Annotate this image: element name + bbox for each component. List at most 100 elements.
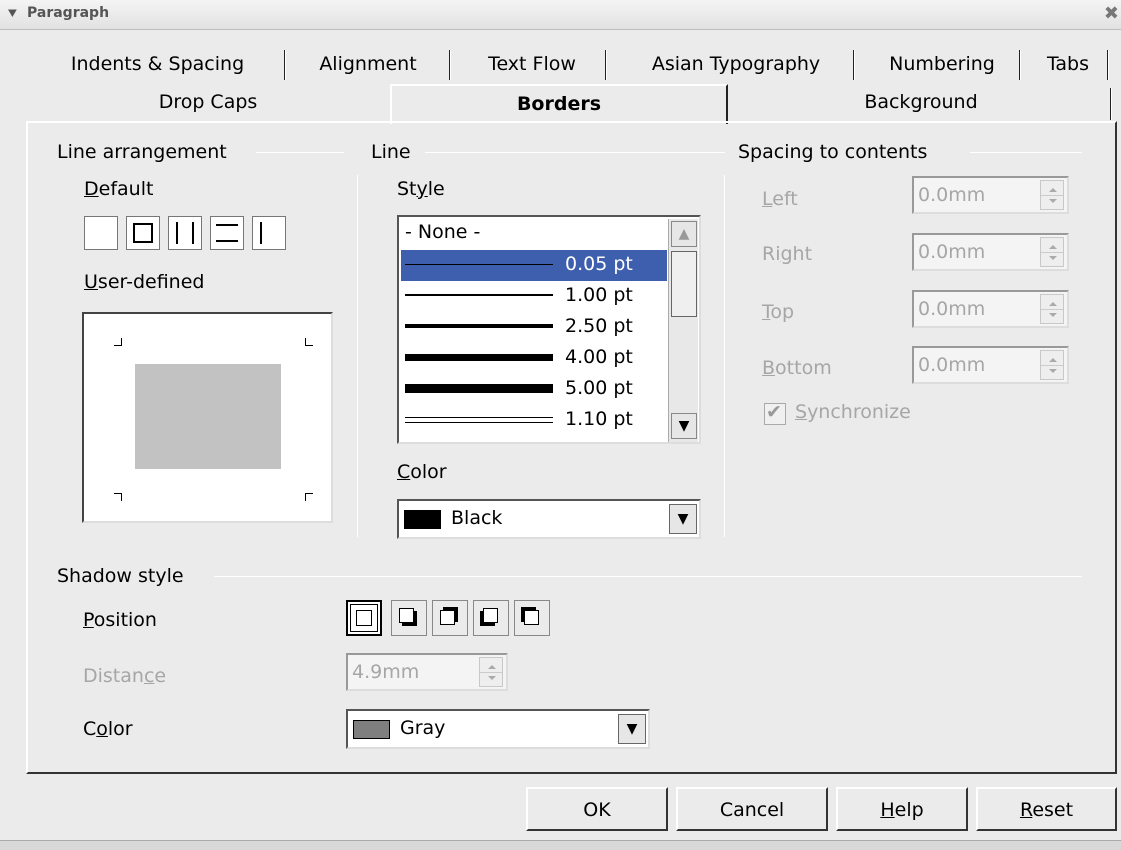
spacing-top-label: Top — [762, 301, 794, 323]
tab-alignment[interactable]: Alignment — [294, 46, 442, 84]
spin-arrows-icon[interactable] — [1040, 237, 1064, 267]
tab-row-1: Indents & Spacing Alignment Text Flow As… — [36, 46, 1117, 84]
scroll-down-icon[interactable]: ▼ — [671, 413, 697, 439]
corner-marker — [305, 338, 313, 346]
label-text: osition — [93, 609, 157, 631]
line-color-dropdown[interactable]: Black ▼ — [397, 499, 701, 539]
tab-drop-caps[interactable]: Drop Caps — [26, 84, 390, 122]
list-item[interactable]: 1.10 pt — [401, 405, 667, 436]
shadow-bottom-right-icon[interactable] — [391, 600, 427, 636]
box-border-icon[interactable] — [126, 216, 160, 250]
scroll-thumb[interactable] — [671, 251, 697, 317]
mnemonic: U — [84, 271, 98, 293]
shadow-color-label: Color — [83, 718, 133, 740]
tab-text-flow[interactable]: Text Flow — [456, 46, 608, 84]
button-label: elp — [894, 799, 924, 821]
no-shadow-icon[interactable] — [346, 600, 382, 636]
mnemonic: L — [762, 188, 773, 210]
border-preview[interactable] — [82, 312, 333, 523]
list-scrollbar[interactable]: ▲ ▼ — [668, 219, 698, 442]
tab-divider — [1107, 50, 1109, 80]
spin-arrows-icon[interactable] — [479, 657, 503, 687]
list-item[interactable]: 0.05 pt — [401, 250, 667, 281]
tab-tabs[interactable]: Tabs — [1026, 46, 1110, 84]
group-divider — [357, 175, 358, 537]
group-divider — [724, 175, 725, 537]
mnemonic: S — [795, 401, 808, 423]
left-right-border-icon[interactable] — [168, 216, 202, 250]
default-label: Default — [84, 178, 153, 200]
spacing-right-field[interactable]: 0.0mm — [912, 233, 1069, 271]
mnemonic: R — [1019, 799, 1033, 821]
line-sample — [405, 294, 553, 296]
ok-button[interactable]: OK — [526, 787, 668, 831]
line-style-list[interactable]: - None - 0.05 pt 1.00 pt 2.50 pt 4.00 pt… — [397, 215, 701, 444]
shadow-distance-field[interactable]: 4.9mm — [346, 653, 508, 691]
shadow-top-right-icon[interactable] — [432, 600, 468, 636]
line-sample — [405, 422, 553, 423]
line-arrangement-title: Line arrangement — [57, 141, 227, 163]
style-label: Style — [397, 178, 445, 200]
line-sample — [405, 354, 553, 361]
spin-arrows-icon[interactable] — [1040, 180, 1064, 210]
spin-arrows-icon[interactable] — [1040, 294, 1064, 324]
tab-background[interactable]: Background — [728, 84, 1114, 122]
list-item[interactable]: 2.50 pt — [401, 312, 667, 343]
tab-borders[interactable]: Borders — [390, 84, 728, 124]
label-text: Distan — [83, 665, 144, 687]
tab-label: Indents & Spacing — [70, 53, 245, 75]
spacing-title: Spacing to contents — [738, 141, 928, 163]
no-border-icon[interactable] — [84, 216, 118, 250]
top-bottom-border-icon[interactable] — [210, 216, 244, 250]
tab-label: Tabs — [1046, 53, 1090, 75]
tab-label: Alignment — [319, 53, 417, 75]
line-color-label: Color — [397, 461, 447, 483]
field-value: 0.0mm — [918, 184, 986, 206]
tab-indents-spacing[interactable]: Indents & Spacing — [50, 46, 265, 84]
shadow-top-left-icon[interactable] — [514, 600, 550, 636]
chevron-down-icon[interactable]: ▼ — [618, 714, 646, 744]
button-label: eset — [1032, 799, 1074, 821]
spacing-right-label: Right — [762, 243, 812, 265]
chevron-down-icon[interactable]: ⯆ — [6, 4, 26, 24]
chevron-down-icon[interactable]: ▼ — [669, 504, 697, 534]
label-text: op — [770, 301, 795, 323]
label-text: ht — [792, 243, 813, 265]
list-item[interactable]: - None - — [401, 218, 667, 249]
shadow-bottom-left-icon[interactable] — [473, 600, 509, 636]
list-item[interactable]: 4.00 pt — [401, 343, 667, 374]
list-item[interactable]: 5.00 pt — [401, 374, 667, 405]
label-text: e — [154, 665, 167, 687]
field-value: 4.9mm — [352, 661, 420, 683]
list-item-label: 4.00 pt — [565, 346, 633, 368]
shadow-color-dropdown[interactable]: Gray ▼ — [346, 709, 650, 749]
tab-asian-typography[interactable]: Asian Typography — [619, 46, 853, 84]
help-button[interactable]: Help — [836, 787, 968, 831]
label-text: le — [427, 178, 445, 200]
shadow-distance-label: Distance — [83, 665, 166, 687]
spacing-left-field[interactable]: 0.0mm — [912, 176, 1069, 214]
mnemonic: y — [416, 178, 428, 200]
list-item[interactable]: 1.00 pt — [401, 281, 667, 312]
line-sample — [405, 417, 553, 418]
dropdown-value: Gray — [400, 717, 446, 739]
spacing-bottom-field[interactable]: 0.0mm — [912, 346, 1069, 384]
tab-label: Asian Typography — [651, 53, 821, 75]
cancel-button[interactable]: Cancel — [676, 787, 828, 831]
window-title: Paragraph — [27, 5, 110, 21]
mnemonic: g — [780, 243, 793, 265]
tab-numbering[interactable]: Numbering — [862, 46, 1022, 84]
synchronize-checkbox[interactable]: ✔ — [764, 401, 786, 425]
shadow-position-label: Position — [83, 609, 157, 631]
list-item-label: 0.05 pt — [565, 253, 633, 275]
close-icon[interactable]: ✖ — [1104, 4, 1119, 24]
tab-divider — [605, 50, 607, 80]
list-item-label: 1.10 pt — [565, 408, 633, 430]
scroll-up-icon[interactable]: ▲ — [671, 221, 697, 247]
spacing-top-field[interactable]: 0.0mm — [912, 290, 1069, 328]
line-sample — [405, 384, 553, 393]
left-border-icon[interactable] — [252, 216, 286, 250]
spin-arrows-icon[interactable] — [1040, 350, 1064, 380]
reset-button[interactable]: Reset — [976, 787, 1117, 831]
tab-divider — [1019, 50, 1021, 80]
